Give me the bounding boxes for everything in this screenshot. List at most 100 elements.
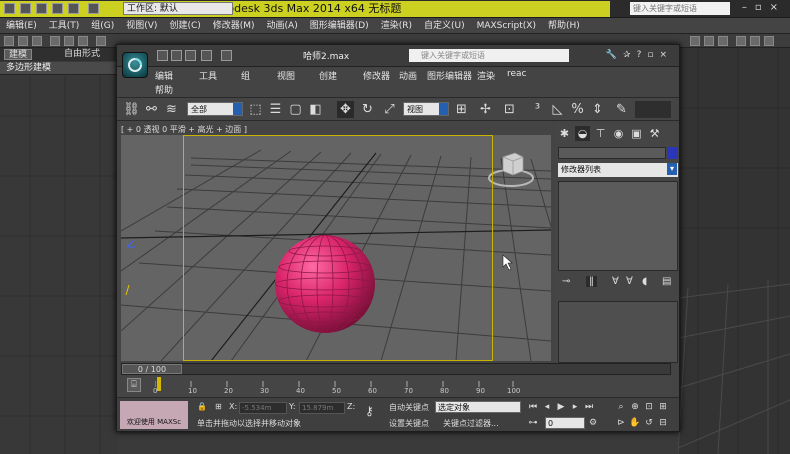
- set-key-button[interactable]: 设置关键点: [389, 418, 429, 429]
- menu-graph-editors[interactable]: 图形编辑器(D): [304, 18, 375, 34]
- go-to-end-icon[interactable]: ⏭: [583, 401, 595, 413]
- open-mini-curve-editor-icon[interactable]: ⌸: [127, 378, 141, 392]
- parameters-rollout[interactable]: [558, 301, 678, 363]
- tool-icon[interactable]: [736, 36, 746, 46]
- outer-viewport[interactable]: [0, 76, 118, 454]
- object-name-field[interactable]: [558, 147, 666, 159]
- app-menu-icon[interactable]: [4, 3, 15, 14]
- select-and-scale-icon[interactable]: ⤢: [381, 101, 398, 118]
- display-tab-icon[interactable]: ▣: [629, 126, 644, 141]
- y-coordinate-field[interactable]: 15.879m: [299, 402, 345, 414]
- tool-icon[interactable]: [64, 36, 74, 46]
- viewport-label[interactable]: [ + 0 透视 0 平滑 + 高光 + 边面 ]: [121, 124, 247, 135]
- key-selection-dropdown[interactable]: 选定对象: [435, 401, 521, 413]
- save-file-icon[interactable]: [52, 3, 63, 14]
- next-frame-icon[interactable]: ▸: [569, 401, 581, 413]
- tool-icon[interactable]: [718, 36, 728, 46]
- named-selection-sets-field[interactable]: [635, 101, 671, 118]
- undo-icon[interactable]: [201, 50, 212, 61]
- open-file-icon[interactable]: [171, 50, 182, 61]
- menu-edit[interactable]: 编辑(E): [0, 18, 43, 34]
- menu-reactor[interactable]: reac: [507, 69, 527, 79]
- selection-filter-dropdown[interactable]: 全部: [187, 102, 243, 116]
- menu-views[interactable]: 视图: [277, 69, 295, 82]
- edit-named-selection-icon[interactable]: ✎: [613, 101, 630, 118]
- tool-icon[interactable]: [704, 36, 714, 46]
- menu-animation[interactable]: 动画(A): [261, 18, 304, 34]
- menu-help[interactable]: 帮助: [155, 83, 173, 96]
- menu-modifiers[interactable]: 修改器(M): [207, 18, 261, 34]
- configure-modifier-sets-icon[interactable]: ◖: [642, 276, 647, 287]
- ribbon-tab-modeling[interactable]: 建模: [4, 49, 33, 60]
- menu-help[interactable]: 帮助(H): [542, 18, 586, 34]
- absolute-mode-icon[interactable]: ⊞: [215, 402, 222, 411]
- track-bar[interactable]: ⌸ 0 10 20 30 40 50 60 70 80 90 100: [121, 377, 671, 397]
- bind-space-warp-icon[interactable]: ≋: [163, 101, 180, 118]
- tool-icon[interactable]: [50, 36, 60, 46]
- zoom-icon[interactable]: ⌕: [615, 401, 627, 413]
- window-search-input[interactable]: 键入关键字或短语: [409, 49, 569, 62]
- modify-tab-icon[interactable]: ◒: [575, 126, 590, 141]
- time-slider[interactable]: 0 / 100: [121, 363, 671, 375]
- select-object-icon[interactable]: ⬚: [247, 101, 264, 118]
- menu-tools[interactable]: 工具(T): [43, 18, 86, 34]
- remove-modifier-icon[interactable]: ꓯ: [626, 276, 633, 287]
- zoom-all-icon[interactable]: ⊕: [629, 401, 641, 413]
- auto-key-button[interactable]: 自动关键点: [389, 402, 429, 413]
- play-icon[interactable]: ▶: [555, 401, 567, 413]
- select-and-link-icon[interactable]: ⛓: [123, 101, 140, 118]
- workspace-dropdown[interactable]: 工作区: 默认: [123, 2, 233, 15]
- utilities-tab-icon[interactable]: ⚒: [647, 126, 662, 141]
- new-file-icon[interactable]: [157, 50, 168, 61]
- snaps-toggle-icon[interactable]: ³: [529, 101, 546, 118]
- menu-modifiers[interactable]: 修改器: [363, 69, 390, 82]
- key-mode-icon[interactable]: ⊶: [527, 417, 539, 429]
- ribbon-tab-freeform[interactable]: 自由形式: [60, 49, 104, 60]
- outer-viewport-right[interactable]: [678, 48, 790, 454]
- go-to-start-icon[interactable]: ⏮: [527, 401, 539, 413]
- maximize-viewport-icon[interactable]: ⊟: [657, 417, 669, 429]
- set-key-icon[interactable]: ⚷: [365, 404, 374, 418]
- orbit-icon[interactable]: ↺: [643, 417, 655, 429]
- menu-create[interactable]: 创建(C): [163, 18, 206, 34]
- rectangular-selection-icon[interactable]: ▢: [287, 101, 304, 118]
- menu-group[interactable]: 组: [241, 69, 250, 82]
- new-file-icon[interactable]: [20, 3, 31, 14]
- modifier-list-dropdown[interactable]: 修改器列表: [558, 163, 678, 177]
- menu-tools[interactable]: 工具: [199, 69, 217, 82]
- open-file-icon[interactable]: [36, 3, 47, 14]
- menu-graph-editors[interactable]: 图形编辑器: [427, 69, 472, 82]
- select-and-rotate-icon[interactable]: ↻: [359, 101, 376, 118]
- pin-stack-icon[interactable]: ⊸: [562, 276, 570, 287]
- menu-animation[interactable]: 动画: [399, 69, 417, 82]
- pivot-center-icon[interactable]: ⊞: [453, 101, 470, 118]
- tool-icon[interactable]: [18, 36, 28, 46]
- zoom-extents-all-icon[interactable]: ⊞: [657, 401, 669, 413]
- window-controls[interactable]: 🔧✰?▫×: [606, 50, 673, 60]
- tool-icon[interactable]: [32, 36, 42, 46]
- tool-icon[interactable]: [4, 36, 14, 46]
- perspective-viewport[interactable]: [121, 135, 551, 361]
- object-color-swatch[interactable]: [667, 147, 678, 159]
- tool-icon[interactable]: [764, 36, 774, 46]
- tool-icon[interactable]: [690, 36, 700, 46]
- ribbon-subtab-polygon-modeling[interactable]: 多边形建模: [0, 63, 51, 73]
- menu-views[interactable]: 视图(V): [120, 18, 163, 34]
- make-unique-icon[interactable]: ∀: [612, 276, 619, 287]
- tool-icon[interactable]: [750, 36, 760, 46]
- redo-icon[interactable]: [221, 50, 232, 61]
- tool-icon[interactable]: [96, 36, 106, 46]
- field-of-view-icon[interactable]: ⊳: [615, 417, 627, 429]
- x-coordinate-field[interactable]: -5.534m: [239, 402, 287, 414]
- outer-search-input[interactable]: 键入关键字或短语: [630, 2, 730, 15]
- modifier-options-icon[interactable]: ▤: [662, 276, 671, 287]
- menu-rendering[interactable]: 渲染: [477, 69, 495, 82]
- menu-customize[interactable]: 自定义(U): [418, 18, 471, 34]
- spinner-snap-icon[interactable]: ⇕: [589, 101, 606, 118]
- menu-group[interactable]: 组(G): [85, 18, 120, 34]
- modifier-stack[interactable]: [558, 181, 678, 271]
- redo-icon[interactable]: [88, 3, 99, 14]
- angle-snap-icon[interactable]: ◺: [549, 101, 566, 118]
- tool-icon[interactable]: [78, 36, 88, 46]
- current-frame-field[interactable]: 0: [545, 417, 585, 429]
